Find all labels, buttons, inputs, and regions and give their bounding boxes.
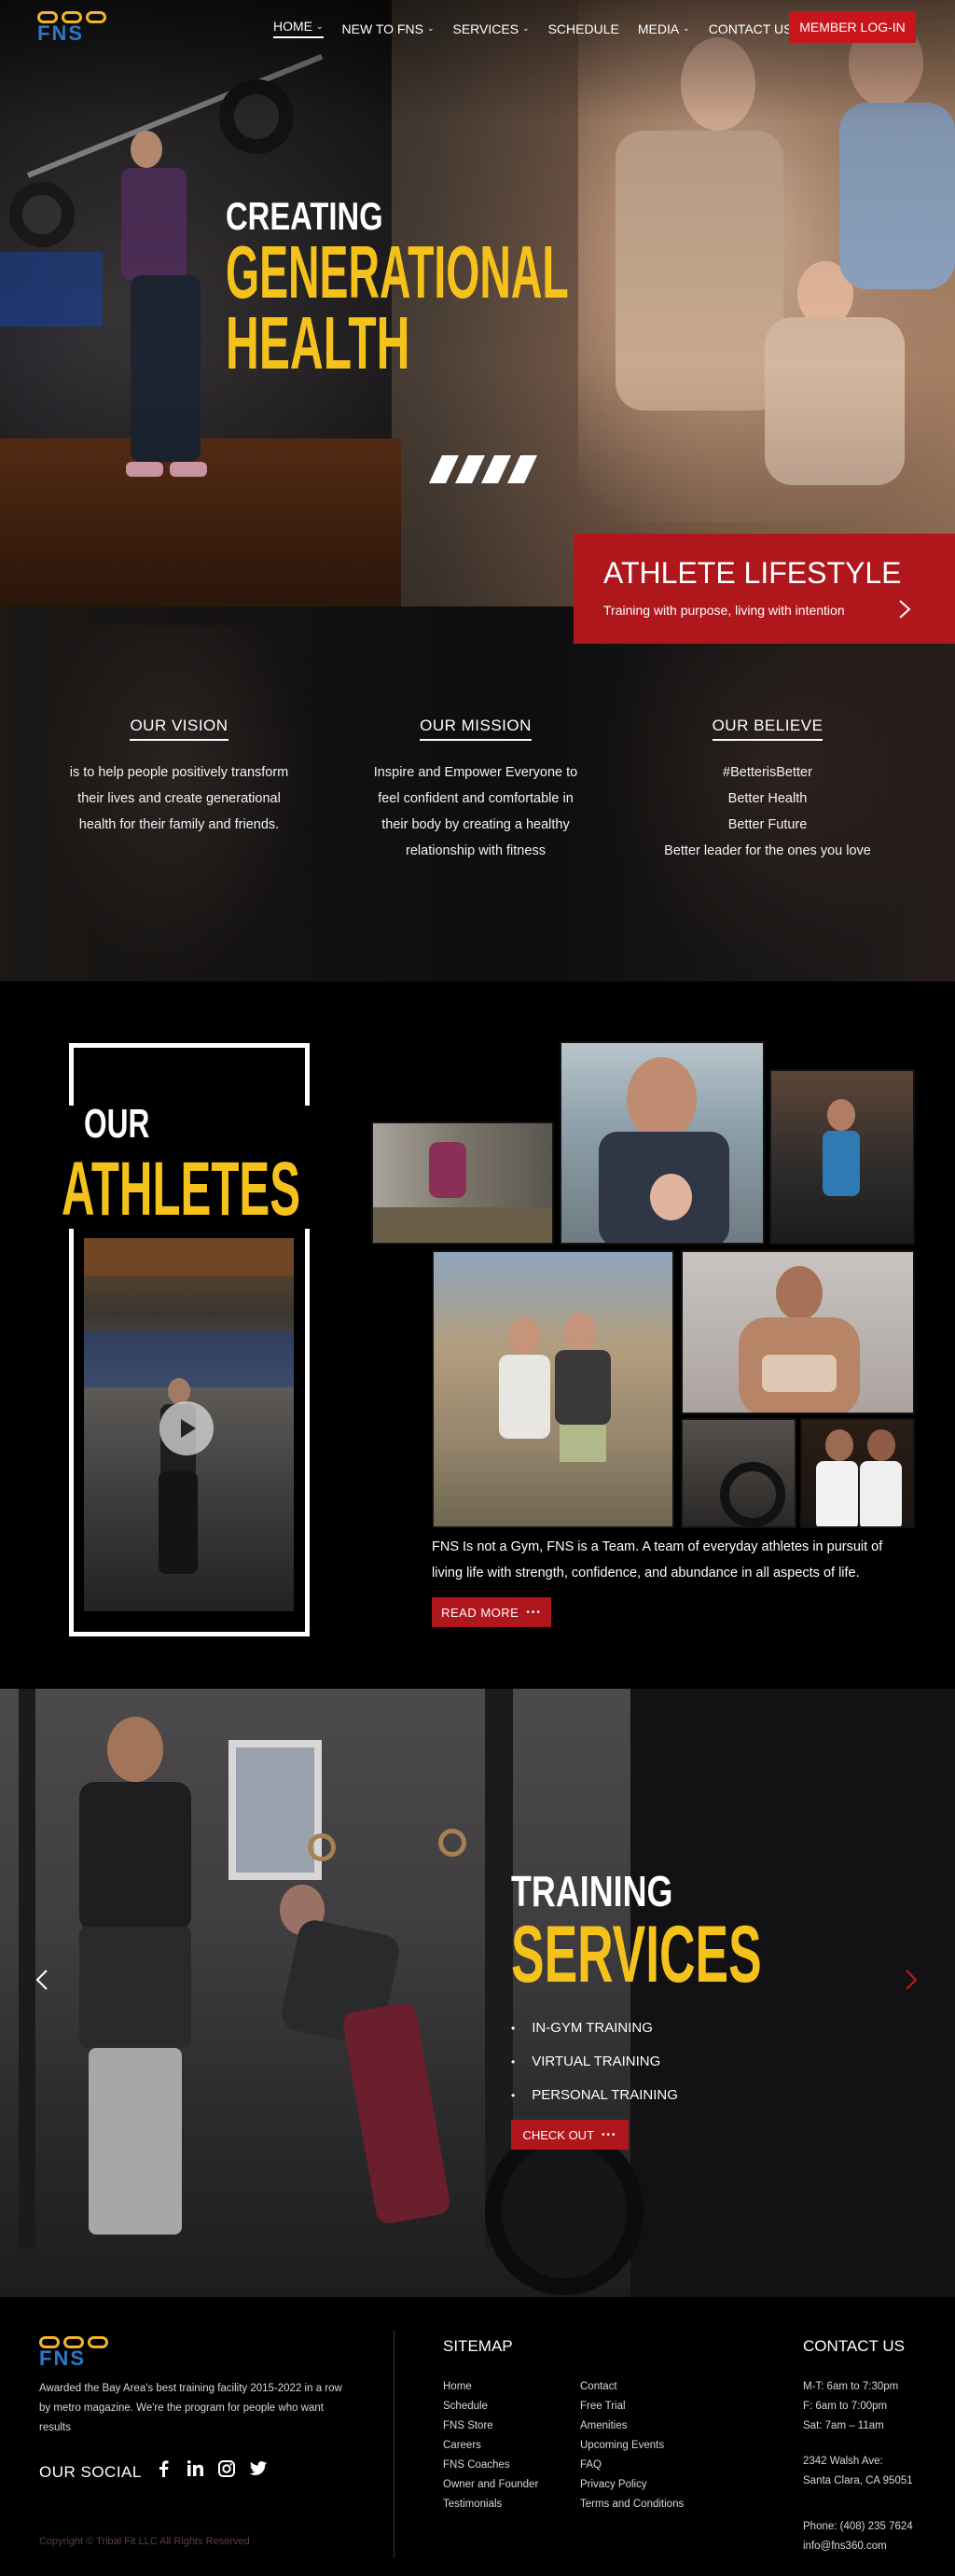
athlete-lifestyle-subtitle: Training with purpose, living with inten… xyxy=(603,603,845,618)
hero-headline: CREATING GENERATIONAL HEALTH xyxy=(226,196,627,483)
site-footer: FNS Awarded the Bay Area's best training… xyxy=(0,2297,955,2576)
contact-title: CONTACT US xyxy=(803,2337,905,2355)
believe-title: OUR BELIEVE xyxy=(712,717,824,741)
social-links xyxy=(154,2460,268,2482)
contact-info: M-T: 6am to 7:30pm F: 6am to 7:00pm Sat:… xyxy=(803,2377,898,2436)
dots-icon: ••• xyxy=(602,2129,617,2140)
chevron-down-icon: ⌄ xyxy=(316,21,324,31)
sitemap-title: SITEMAP xyxy=(443,2337,513,2355)
chevron-left-icon[interactable] xyxy=(35,1969,48,1998)
chevron-down-icon: ⌄ xyxy=(683,23,690,33)
list-item[interactable]: IN-GYM TRAINING xyxy=(511,2012,678,2045)
sitemap-link[interactable]: Schedule xyxy=(443,2397,538,2416)
training-list: IN-GYM TRAINING VIRTUAL TRAINING PERSONA… xyxy=(511,2012,678,2112)
list-item[interactable]: PERSONAL TRAINING xyxy=(511,2079,678,2112)
email-link[interactable]: info@fns360.com xyxy=(803,2537,913,2556)
hours-line: M-T: 6am to 7:30pm xyxy=(803,2381,899,2392)
main-nav: HOME ⌄ NEW TO FNS ⌄ SERVICES ⌄ SCHEDULE MED… xyxy=(273,19,810,38)
sitemap-link[interactable]: Upcoming Events xyxy=(580,2436,684,2456)
phone-text[interactable]: Phone: (408) 235 7624 xyxy=(803,2517,913,2537)
athletes-our-label: OUR xyxy=(84,1101,150,1147)
athlete-photo-martial-arts xyxy=(800,1418,915,1528)
copyright-text: Copyright © Tribal Fit LLC All Rights Re… xyxy=(39,2536,250,2547)
stripes-decoration xyxy=(426,455,537,483)
athlete-lifestyle-title: ATHLETE LIFESTYLE xyxy=(603,556,902,590)
values-section: OUR VISION is to help people positively … xyxy=(0,606,955,982)
chevron-right-icon[interactable] xyxy=(898,599,911,625)
check-out-button[interactable]: CHECK OUT ••• xyxy=(511,2120,629,2150)
athletes-section: OUR ATHLETES FNS Is not a Gym, FNS is a … xyxy=(0,982,955,1689)
hero-section: CREATING GENERATIONAL HEALTH xyxy=(0,0,955,606)
address: 2342 Walsh Ave: Santa Clara, CA 95051 xyxy=(803,2456,913,2486)
sitemap-link[interactable]: Contact xyxy=(580,2377,684,2397)
sitemap-column-2: Contact Free Trial Amenities Upcoming Ev… xyxy=(580,2377,684,2514)
athlete-lifestyle-banner[interactable]: ATHLETE LIFESTYLE Training with purpose,… xyxy=(574,534,955,644)
chevron-right-icon[interactable] xyxy=(905,1969,918,1998)
athletes-description: FNS Is not a Gym, FNS is a Team. A team … xyxy=(432,1539,883,1580)
mission-title: OUR MISSION xyxy=(420,717,532,741)
athlete-photo-father-baby xyxy=(560,1041,765,1245)
athlete-photo-couple-desert xyxy=(432,1250,674,1528)
hours-line: F: 6am to 7:00pm xyxy=(803,2401,888,2412)
athletes-video[interactable] xyxy=(84,1238,294,1611)
training-title: TRAINING xyxy=(511,1867,673,1915)
contact-details: Phone: (408) 235 7624 info@fns360.com xyxy=(803,2517,913,2556)
athlete-photo-deadlift xyxy=(769,1069,915,1245)
vision-title: OUR VISION xyxy=(130,717,228,741)
nav-item-services[interactable]: SERVICES ⌄ xyxy=(452,19,529,38)
sitemap-link[interactable]: Careers xyxy=(443,2436,538,2456)
fns-logo[interactable]: FNS xyxy=(37,11,112,45)
fns-logo[interactable]: FNS xyxy=(39,2336,114,2370)
nav-item-home[interactable]: HOME ⌄ xyxy=(273,19,324,38)
linkedin-icon[interactable] xyxy=(186,2460,204,2482)
training-services-section: TRAINING SERVICES IN-GYM TRAINING VIRTUA… xyxy=(0,1689,955,2297)
facebook-icon[interactable] xyxy=(154,2460,173,2482)
sitemap-link[interactable]: Free Trial xyxy=(580,2397,684,2416)
sitemap-link[interactable]: Privacy Policy xyxy=(580,2475,684,2495)
site-header: FNS HOME ⌄ NEW TO FNS ⌄ SERVICES ⌄ SCHEDULE… xyxy=(0,0,955,56)
athlete-photo-flex xyxy=(681,1250,915,1414)
hero-line-health: HEALTH xyxy=(226,301,410,384)
sitemap-link[interactable]: Owner and Founder xyxy=(443,2475,538,2495)
award-text: Awarded the Bay Area's best training fac… xyxy=(39,2383,342,2433)
vision-column: OUR VISION is to help people positively … xyxy=(69,717,289,832)
sitemap-link[interactable]: Terms and Conditions xyxy=(580,2495,684,2514)
play-icon[interactable] xyxy=(159,1401,214,1455)
athlete-photo-gym xyxy=(681,1418,796,1528)
social-label: OUR SOCIAL xyxy=(39,2463,142,2481)
mission-column: OUR MISSION Inspire and Empower Everyone… xyxy=(373,717,578,858)
chevron-down-icon: ⌄ xyxy=(426,23,435,33)
member-login-button[interactable]: MEMBER LOG-IN xyxy=(789,11,916,43)
athletes-title: ATHLETES xyxy=(62,1147,301,1232)
nav-item-new-to-fns[interactable]: NEW TO FNS ⌄ xyxy=(342,19,435,38)
sitemap-link[interactable]: Testimonials xyxy=(443,2495,538,2514)
believe-column: OUR BELIEVE #BetterisBetter Better Healt… xyxy=(664,717,871,858)
hero-line-generational: GENERATIONAL xyxy=(226,230,569,313)
training-panel: TRAINING SERVICES IN-GYM TRAINING VIRTUA… xyxy=(487,1840,925,2120)
sitemap-link[interactable]: Home xyxy=(443,2377,538,2397)
hours-line: Sat: 7am – 11am xyxy=(803,2420,884,2431)
services-title: SERVICES xyxy=(511,1910,762,1999)
sitemap-link[interactable]: Amenities xyxy=(580,2416,684,2436)
sitemap-link[interactable]: FNS Coaches xyxy=(443,2456,538,2475)
nav-item-media[interactable]: MEDIA ⌄ xyxy=(638,19,690,38)
dots-icon: ••• xyxy=(526,1607,542,1618)
sitemap-link[interactable]: FNS Store xyxy=(443,2416,538,2436)
nav-item-schedule[interactable]: SCHEDULE xyxy=(548,19,619,38)
sitemap-column-1: Home Schedule FNS Store Careers FNS Coac… xyxy=(443,2377,538,2514)
twitter-icon[interactable] xyxy=(249,2460,268,2482)
list-item[interactable]: VIRTUAL TRAINING xyxy=(511,2045,678,2079)
instagram-icon[interactable] xyxy=(217,2460,236,2482)
sitemap-link[interactable]: FAQ xyxy=(580,2456,684,2475)
athlete-photo-rope xyxy=(371,1121,554,1245)
chevron-down-icon: ⌄ xyxy=(522,23,530,33)
read-more-button[interactable]: READ MORE ••• xyxy=(432,1597,551,1627)
nav-item-contact-us[interactable]: CONTACT US xyxy=(709,19,793,38)
